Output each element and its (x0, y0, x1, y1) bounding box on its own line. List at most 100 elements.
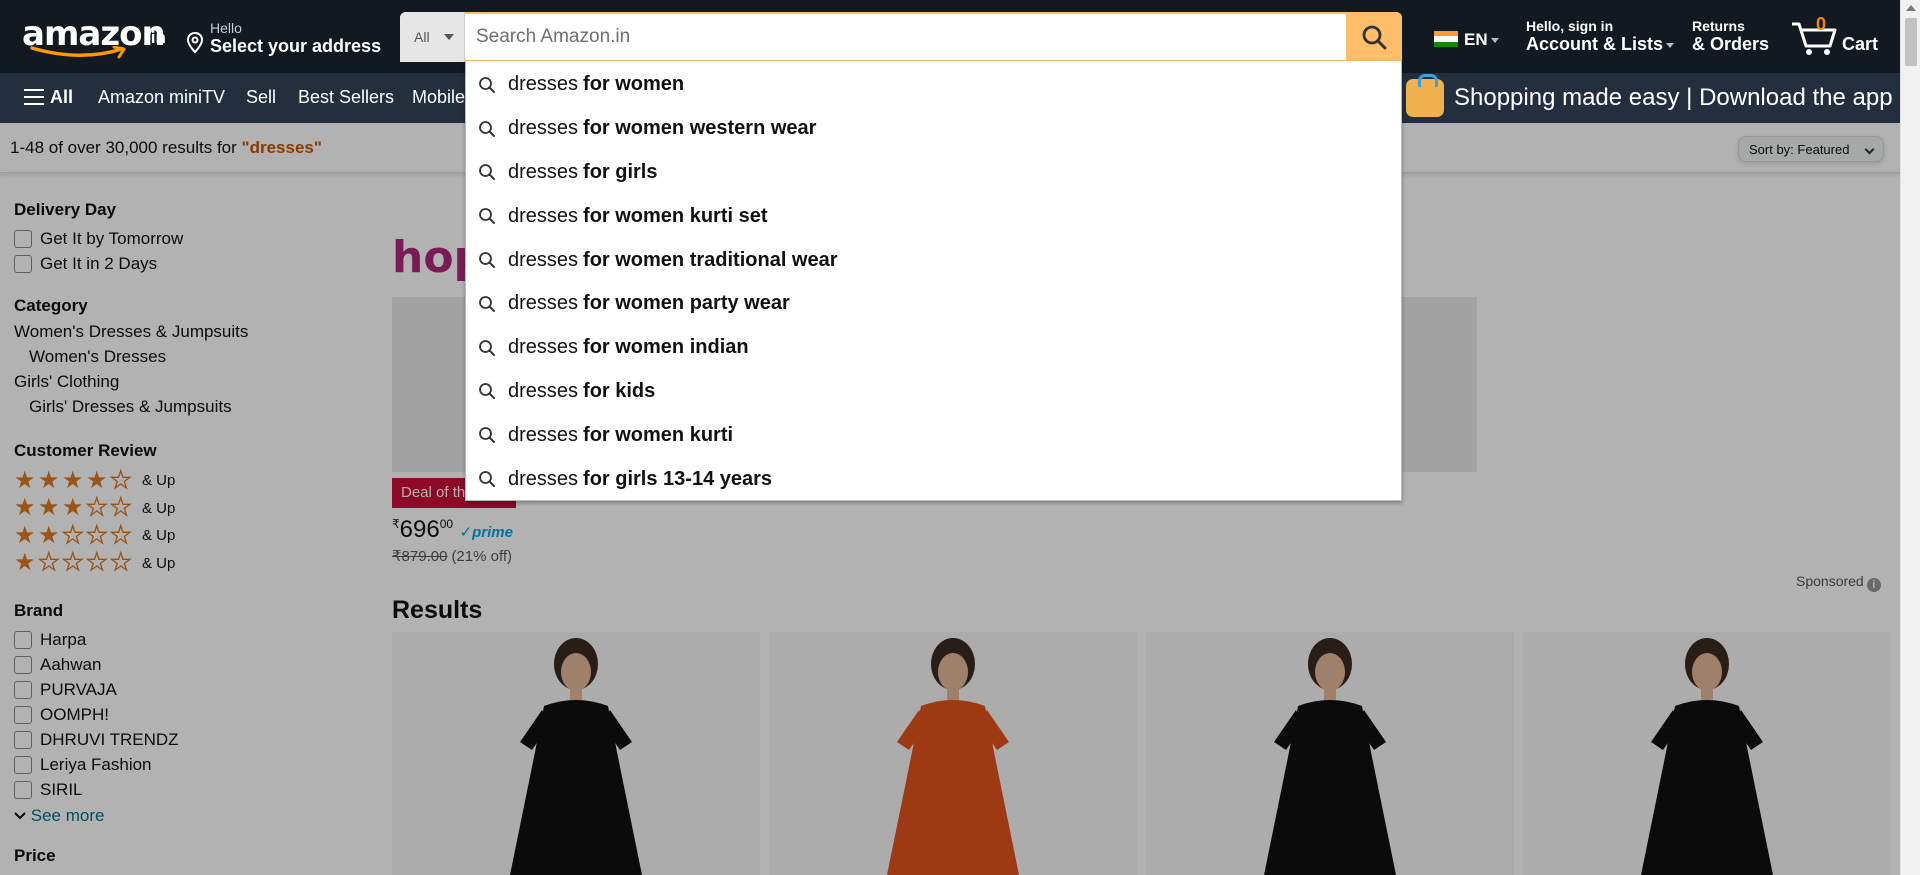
search-suggestion[interactable]: dresses for girls (466, 151, 1401, 195)
search-bar: All (400, 12, 1402, 62)
returns-orders-link[interactable]: Returns & Orders (1692, 18, 1769, 55)
search-suggestion[interactable]: dresses for women traditional wear (466, 238, 1401, 282)
logo-smile-icon (30, 46, 126, 59)
prime-badge: ✓prime (459, 524, 513, 541)
brand-filter: Brand Harpa Aahwan PURVAJA OOMPH! DHRUVI TRE… (14, 601, 179, 802)
product-card[interactable] (769, 632, 1137, 875)
checkbox[interactable] (14, 730, 32, 749)
search-input[interactable] (466, 14, 1344, 60)
account-lists-label: Account & Lists (1526, 34, 1664, 54)
filter-delivery-tomorrow[interactable]: Get It by Tomorrow (14, 226, 183, 251)
brand-filter-option[interactable]: SIRIL (14, 777, 179, 802)
product-card[interactable] (1523, 632, 1891, 875)
checkbox[interactable] (14, 680, 32, 699)
brand-name: Leriya Fashion (40, 754, 152, 774)
page-scrollbar[interactable] (1900, 0, 1920, 875)
suggestion-completion: for kids (583, 379, 656, 402)
brand-filter-option[interactable]: Harpa (14, 627, 179, 652)
scrollbar-thumb[interactable] (1905, 18, 1917, 66)
star-icon: ★ (109, 549, 132, 577)
chevron-down-icon (444, 34, 454, 40)
see-more-link[interactable]: See more (14, 806, 104, 826)
cart-count: 0 (1816, 14, 1827, 34)
product-card[interactable] (392, 632, 760, 875)
checkbox[interactable] (14, 755, 32, 774)
search-suggestion[interactable]: dresses for women indian (466, 326, 1401, 370)
star-icon: ★ (14, 466, 36, 494)
account-menu[interactable]: Hello, sign in Account & Lists (1526, 18, 1675, 55)
search-icon (479, 339, 495, 356)
banner-price: ₹69600 ✓prime (392, 516, 513, 544)
search-suggestion[interactable]: dresses for kids (466, 370, 1401, 414)
results-count-text: 1-48 of over 30,000 results for (10, 138, 242, 157)
shopping-bag-icon (1406, 74, 1444, 117)
nav-item-sell[interactable]: Sell (246, 87, 276, 108)
star-icon: ★ (37, 549, 60, 577)
scroll-up-arrow-icon[interactable] (1906, 5, 1916, 11)
suggestion-typed: dresses (508, 117, 579, 140)
star-icon: ★ (109, 466, 132, 494)
search-icon (479, 164, 495, 181)
star-icon: ★ (85, 494, 108, 522)
brand-filter-option[interactable]: OOMPH! (14, 702, 179, 727)
results-count: 1-48 of over 30,000 results for "dresses… (10, 138, 322, 158)
search-icon (479, 383, 495, 400)
cart-link[interactable]: 0 Cart (1790, 14, 1890, 60)
amazon-logo[interactable]: amazon .in (20, 14, 166, 60)
search-icon (479, 208, 495, 225)
checkbox[interactable] (14, 229, 32, 248)
star-icon: ★ (38, 521, 60, 549)
suggestion-typed: dresses (508, 336, 579, 359)
checkbox[interactable] (14, 630, 32, 649)
filter-delivery-2days[interactable]: Get It in 2 Days (14, 251, 183, 276)
suggestion-completion: for women kurti set (583, 204, 768, 227)
brand-name: Harpa (40, 629, 87, 649)
nav-item-best-sellers[interactable]: Best Sellers (298, 87, 394, 108)
search-category-dropdown[interactable]: All (400, 12, 465, 62)
checkbox[interactable] (14, 705, 32, 724)
search-icon (479, 471, 495, 488)
suggestion-completion: for girls 13-14 years (583, 467, 773, 490)
checkbox[interactable] (14, 780, 32, 799)
category-link[interactable]: Girls' Clothing (14, 372, 248, 397)
star-icon: ★ (14, 521, 36, 549)
review-filter-2-stars[interactable]: ★ ★ ★ ★ ★ & Up (14, 522, 175, 550)
sponsored-label[interactable]: Sponsored i (1796, 573, 1881, 592)
sort-dropdown[interactable]: Sort by: Featured (1738, 136, 1884, 162)
category-link[interactable]: Women's Dresses (14, 347, 248, 372)
search-suggestion[interactable]: dresses for women (466, 63, 1401, 107)
nav-item-minitv[interactable]: Amazon miniTV (98, 87, 225, 108)
product-image (510, 638, 642, 875)
category-link[interactable]: Women's Dresses & Jumpsuits (14, 322, 248, 347)
checkbox[interactable] (14, 254, 32, 273)
review-suffix: & Up (142, 499, 176, 517)
brand-filter-option[interactable]: Leriya Fashion (14, 752, 179, 777)
brand-filter-option[interactable]: PURVAJA (14, 677, 179, 702)
category-link[interactable]: Girls' Dresses & Jumpsuits (14, 397, 248, 422)
suggestion-completion: for women traditional wear (583, 248, 838, 271)
search-suggestion[interactable]: dresses for women party wear (466, 282, 1401, 326)
search-submit-button[interactable] (1346, 12, 1402, 62)
review-filter-4-stars[interactable]: ★ ★ ★ ★ ★ & Up (14, 467, 175, 495)
all-menu-button[interactable]: All (24, 87, 73, 108)
account-greeting: Hello, sign in (1526, 18, 1614, 34)
review-filter-3-stars[interactable]: ★ ★ ★ ★ ★ & Up (14, 495, 175, 523)
brand-filter-option[interactable]: DHRUVI TRENDZ (14, 727, 179, 752)
language-selector[interactable]: EN (1434, 30, 1499, 50)
review-filter-1-stars[interactable]: ★ ★ ★ ★ ★ & Up (14, 550, 175, 578)
filter-heading-brand: Brand (14, 601, 64, 620)
suggestion-completion: for girls (583, 160, 658, 183)
nav-item-mobiles[interactable]: Mobile (412, 87, 465, 108)
search-suggestion[interactable]: dresses for women western wear (466, 107, 1401, 151)
results-query: "dresses" (241, 138, 322, 157)
star-icon: ★ (109, 494, 132, 522)
search-suggestion[interactable]: dresses for girls 13-14 years (466, 457, 1401, 501)
search-suggestion[interactable]: dresses for women kurti (466, 413, 1401, 457)
brand-filter-option[interactable]: Aahwan (14, 652, 179, 677)
checkbox[interactable] (14, 655, 32, 674)
search-suggestion[interactable]: dresses for women kurti set (466, 194, 1401, 238)
app-download-promo[interactable]: Shopping made easy | Download the app (1404, 73, 1900, 123)
review-suffix: & Up (142, 554, 176, 572)
suggestion-completion: for women (583, 73, 685, 96)
product-card[interactable] (1146, 632, 1514, 875)
